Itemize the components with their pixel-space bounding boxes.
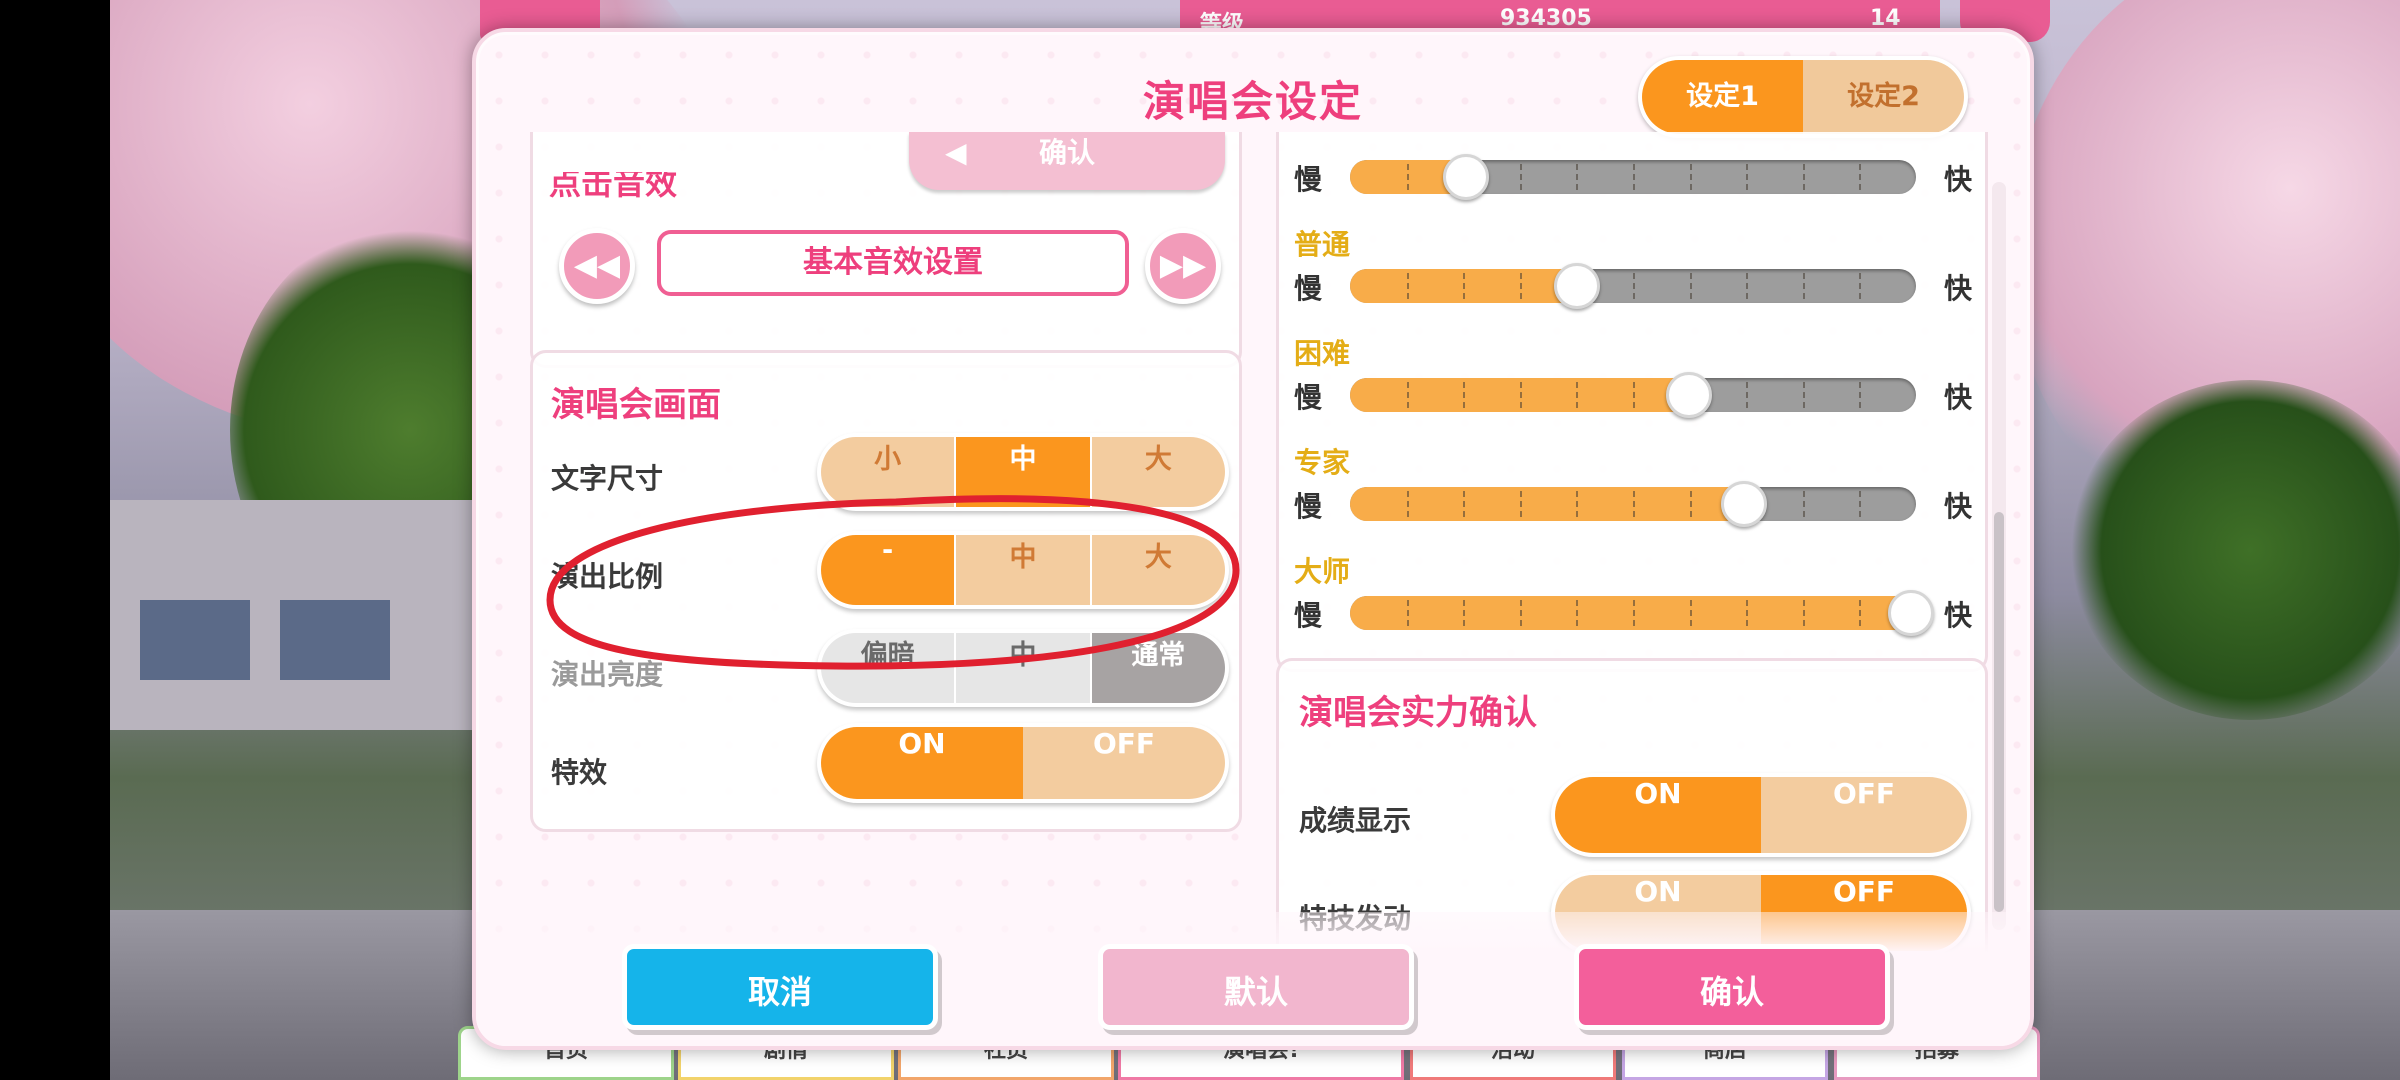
fast-label: 快 xyxy=(1944,272,1973,305)
effects-toggle: ON OFF xyxy=(817,723,1229,803)
score-display-toggle: ON OFF xyxy=(1551,773,1971,857)
sound-confirm-button[interactable]: ◀ 确认 xyxy=(909,132,1225,190)
slider-tick xyxy=(1406,164,1409,190)
slider-tick xyxy=(1406,273,1409,299)
slider-tick xyxy=(1463,382,1466,408)
slider-tick xyxy=(1859,382,1862,408)
slider-tick xyxy=(1746,164,1749,190)
live-settings-dialog: 演唱会设定 设定1 设定2 点击音效 ◀ 确认 ◀◀ 基本音效设置 ▶▶ 演唱会… xyxy=(472,28,2034,1050)
slider-tick xyxy=(1633,273,1635,299)
default-button[interactable]: 默认 xyxy=(1098,944,1414,1030)
slider-tick xyxy=(1576,491,1579,517)
slider-tick xyxy=(1802,491,1805,517)
slider-tick xyxy=(1689,600,1692,626)
tab-preset-2[interactable]: 设定2 xyxy=(1803,60,1964,134)
slider-tick xyxy=(1802,600,1805,626)
school-window xyxy=(140,600,250,680)
cancel-button[interactable]: 取消 xyxy=(622,944,938,1030)
slider-tick xyxy=(1576,382,1579,408)
score-display-off-option[interactable]: OFF xyxy=(1761,777,1967,853)
slider-tick xyxy=(1802,382,1805,408)
note-speed-slider-fill xyxy=(1350,487,1747,521)
slider-tick xyxy=(1633,600,1635,626)
slider-tick xyxy=(1633,382,1635,408)
slider-tick xyxy=(1463,491,1466,517)
slider-tick xyxy=(1406,600,1409,626)
note-speed-slider-knob[interactable] xyxy=(1888,590,1934,636)
slider-tick xyxy=(1406,382,1409,408)
difficulty-label: 普通 xyxy=(1294,228,1351,261)
sound-settings-panel: 点击音效 ◀ 确认 ◀◀ 基本音效设置 ▶▶ xyxy=(530,132,1242,368)
fast-label: 快 xyxy=(1944,163,1973,196)
note-speed-slider-knob[interactable] xyxy=(1665,372,1712,418)
slider-tick xyxy=(1463,600,1466,626)
confirm-button[interactable]: 确认 xyxy=(1574,944,1890,1030)
slow-label: 慢 xyxy=(1294,599,1323,632)
tap-sound-label: 点击音效 xyxy=(549,164,678,202)
sound-confirm-label: 确认 xyxy=(1038,136,1095,169)
note-speed-slider-track[interactable] xyxy=(1350,160,1916,194)
slow-label: 慢 xyxy=(1294,272,1323,305)
fast-label: 快 xyxy=(1944,599,1973,632)
slow-label: 慢 xyxy=(1294,163,1323,196)
live-screen-title: 演唱会画面 xyxy=(551,385,721,425)
red-circle-annotation xyxy=(546,495,1240,670)
fast-label: 快 xyxy=(1944,381,1973,414)
difficulty-label: 专家 xyxy=(1294,446,1351,479)
note-speed-slider-track[interactable] xyxy=(1350,487,1916,521)
slider-tick xyxy=(1802,273,1805,299)
slider-tick xyxy=(1746,382,1749,408)
note-speed-slider-knob[interactable] xyxy=(1443,154,1490,200)
slider-tick xyxy=(1859,600,1862,626)
slider-tick xyxy=(1519,164,1522,190)
slow-label: 慢 xyxy=(1294,490,1323,523)
effects-on-option[interactable]: ON xyxy=(821,727,1023,799)
slider-tick xyxy=(1859,491,1862,517)
slider-tick xyxy=(1519,273,1522,299)
slider-tick xyxy=(1519,600,1522,626)
school-window xyxy=(280,600,390,680)
slider-tick xyxy=(1689,164,1692,190)
slider-tick xyxy=(1689,491,1692,517)
slider-tick xyxy=(1519,491,1522,517)
slider-tick xyxy=(1519,382,1522,408)
fast-label: 快 xyxy=(1944,490,1973,523)
slider-tick xyxy=(1859,273,1862,299)
difficulty-label: 大师 xyxy=(1294,555,1351,588)
slider-tick xyxy=(1802,164,1805,190)
slider-tick xyxy=(1463,273,1466,299)
slider-tick xyxy=(1689,273,1692,299)
fast-forward-icon[interactable]: ▶▶ xyxy=(1145,228,1221,304)
note-speed-slider-knob[interactable] xyxy=(1721,481,1768,527)
slider-tick xyxy=(1746,273,1749,299)
slider-tick xyxy=(1576,600,1579,626)
live-strength-title: 演唱会实力确认 xyxy=(1299,693,1537,733)
settings-scrollbar-thumb[interactable] xyxy=(1994,512,2004,912)
slider-tick xyxy=(1746,600,1749,626)
slider-tick xyxy=(1406,491,1409,517)
difficulty-label: 困难 xyxy=(1294,337,1351,370)
slider-tick xyxy=(1633,491,1635,517)
score-display-label: 成绩显示 xyxy=(1299,804,1412,837)
settings-scrollbar[interactable] xyxy=(1992,182,2006,930)
speaker-icon: ◀ xyxy=(945,136,967,169)
effects-off-option[interactable]: OFF xyxy=(1023,727,1225,799)
slider-tick xyxy=(1576,164,1579,190)
green-bush-right xyxy=(2070,380,2400,720)
effects-label: 特效 xyxy=(551,756,608,789)
slider-tick xyxy=(1859,164,1862,190)
note-speed-slider-track[interactable] xyxy=(1350,378,1916,412)
note-speed-slider-track[interactable] xyxy=(1350,596,1916,630)
tab-preset-1[interactable]: 设定1 xyxy=(1642,60,1803,134)
score-display-on-option[interactable]: ON xyxy=(1555,777,1761,853)
slider-tick xyxy=(1633,164,1635,190)
basic-sound-settings-button[interactable]: 基本音效设置 xyxy=(657,230,1129,296)
rewind-icon[interactable]: ◀◀ xyxy=(559,228,635,304)
note-speed-slider-track[interactable] xyxy=(1350,269,1916,303)
settings-preset-tabs: 设定1 设定2 xyxy=(1638,56,1968,138)
slow-label: 慢 xyxy=(1294,381,1323,414)
